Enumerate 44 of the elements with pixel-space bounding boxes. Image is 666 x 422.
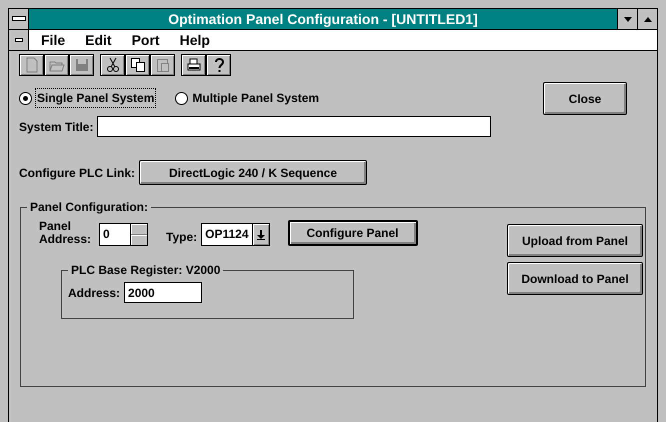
toolbar-button[interactable] xyxy=(150,54,175,76)
menu-item[interactable]: Help xyxy=(168,30,218,50)
toolbar-button[interactable] xyxy=(44,54,69,76)
plc-link-button[interactable]: DirectLogic 240 / K Sequence xyxy=(139,160,367,185)
menu-item[interactable]: Port xyxy=(120,30,168,50)
toolbar-button[interactable] xyxy=(19,54,44,76)
configure-panel-button[interactable]: Configure Panel xyxy=(288,220,418,246)
maximize-icon xyxy=(644,16,652,22)
field-label: Configure PLC Link: xyxy=(19,164,135,182)
toolbar-button[interactable] xyxy=(100,54,125,76)
field-value: OP1124 xyxy=(202,224,252,245)
menu-item[interactable]: File xyxy=(29,30,74,50)
dropdown-arrow-icon xyxy=(256,230,264,240)
radio-label[interactable]: Multiple Panel System xyxy=(192,89,320,107)
type-dropdown[interactable]: OP1124 xyxy=(201,223,270,246)
document-menu-icon xyxy=(14,38,22,42)
address-field[interactable]: 2000 xyxy=(124,282,202,303)
group-title: Panel Configuration: xyxy=(27,200,151,214)
window-title: Optimation Panel Configuration - [UNTITLED1] xyxy=(167,10,479,29)
field-value: 0 xyxy=(100,224,130,245)
radio-label[interactable]: Single Panel System xyxy=(36,89,156,107)
toolbar-button[interactable] xyxy=(206,54,231,76)
toolbar-button[interactable] xyxy=(125,54,150,76)
download-button[interactable]: Download to Panel xyxy=(507,262,643,295)
radio-button[interactable] xyxy=(19,92,32,104)
system-menu-icon xyxy=(12,16,26,22)
toolbar-button[interactable] xyxy=(181,54,206,76)
field-label: Panel Address: xyxy=(39,220,92,246)
address-spinner[interactable]: 0 xyxy=(99,223,148,246)
minimize-button[interactable] xyxy=(617,9,637,29)
close-button[interactable]: Close xyxy=(543,82,627,115)
field-label: System Title: xyxy=(19,118,94,136)
field-label: Type: xyxy=(166,229,198,246)
document-menu-box[interactable] xyxy=(9,30,29,50)
system-title-field[interactable] xyxy=(97,116,492,137)
minimize-icon xyxy=(624,16,632,22)
maximize-button[interactable] xyxy=(637,9,657,29)
group-title: PLC Base Register: V2000 xyxy=(68,263,224,277)
upload-button[interactable]: Upload from Panel xyxy=(507,224,643,257)
radio-button[interactable] xyxy=(175,92,188,104)
toolbar-button[interactable] xyxy=(69,54,94,76)
field-label: Address: xyxy=(68,284,120,302)
menu-item[interactable]: Edit xyxy=(73,30,120,50)
system-menu-box[interactable] xyxy=(9,9,29,29)
